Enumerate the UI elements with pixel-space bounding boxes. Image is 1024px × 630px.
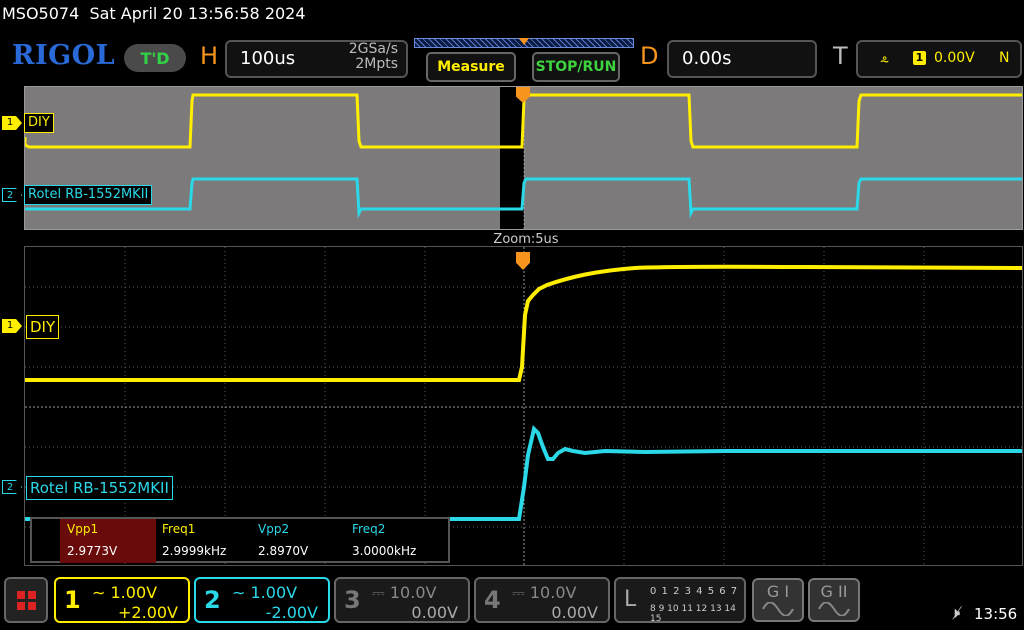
menu-square-icon xyxy=(27,590,36,599)
freq1-value: 2.9999kHz xyxy=(162,544,227,558)
ch4-scale-value: 10.0V xyxy=(529,583,577,602)
dc-coupling-icon: ⎓ xyxy=(512,583,525,602)
generator-2-button[interactable]: G II xyxy=(808,578,860,622)
vpp1-label: Vpp1 xyxy=(67,522,99,536)
ch3-scale-value: 10.0V xyxy=(389,583,437,602)
ch2-zoom-trace xyxy=(25,425,1022,521)
logic-channels-high: 8 9 10 11 12 13 14 15 xyxy=(650,604,736,624)
dc-coupling-icon: ⎓ xyxy=(372,583,385,602)
ch2-scale-value: 1.00V xyxy=(250,583,298,602)
ch3-offset: 0.00V xyxy=(411,603,458,622)
delay-letter[interactable]: D xyxy=(640,42,658,70)
status-line: MSO5074 Sat April 20 13:56:58 2024 xyxy=(2,4,306,23)
system-clock: 13:56 xyxy=(974,605,1018,623)
timebase-value: 100us xyxy=(240,48,296,69)
memory-depth: 2Mpts xyxy=(355,56,398,72)
acquisition-info: 2GSa/s 2Mpts xyxy=(330,42,398,72)
ch1-overview-label[interactable]: DIY xyxy=(24,113,54,133)
generator-1-button[interactable]: G I xyxy=(752,578,804,622)
ch3-scale: ⎓ 10.0V xyxy=(372,583,436,603)
ch2-overview-label[interactable]: Rotel RB-1552MKII xyxy=(24,185,153,205)
ch1-offset-marker[interactable]: 1 xyxy=(2,116,22,130)
logic-channels-low: 0 1 2 3 4 5 6 7 xyxy=(650,586,739,597)
ac-coupling-icon: ∼ xyxy=(92,583,106,602)
ch2-settings-button[interactable]: 2 ∼ 1.00V -2.00V xyxy=(194,577,330,623)
trigger-level: 0.00V xyxy=(934,50,975,66)
ch1-number: 1 xyxy=(64,586,81,614)
ch1-offset: +2.00V xyxy=(118,603,178,622)
menu-square-icon xyxy=(16,601,25,610)
logic-analyzer-button[interactable]: L 0 1 2 3 4 5 6 7 8 9 10 11 12 13 14 15 xyxy=(614,577,746,624)
ch3-number: 3 xyxy=(344,586,361,614)
trigger-position-marker-icon xyxy=(519,38,529,45)
freq2-value: 3.0000kHz xyxy=(352,544,417,558)
td-button[interactable]: T'D xyxy=(124,44,186,72)
ch1-zoom-offset-marker[interactable]: 1 xyxy=(2,319,22,333)
logic-letter: L xyxy=(624,587,637,612)
ch3-settings-button[interactable]: 3 ⎓ 10.0V 0.00V xyxy=(334,577,470,623)
ch1-settings-button[interactable]: 1 ∼ 1.00V +2.00V xyxy=(54,577,190,623)
speaker-muted-icon[interactable]: 🕨̸ xyxy=(950,603,960,623)
delay-value: 0.00s xyxy=(682,48,732,69)
ch4-number: 4 xyxy=(484,586,501,614)
vpp1-value: 2.9773V xyxy=(67,544,118,558)
stop-run-button[interactable]: STOP/RUN xyxy=(532,52,620,82)
brand-logo: RIGOL xyxy=(12,40,116,71)
vpp2-label: Vpp2 xyxy=(258,522,290,536)
menu-square-icon xyxy=(16,590,25,599)
generator-2-label: G II xyxy=(820,582,848,601)
ch4-settings-button[interactable]: 4 ⎓ 10.0V 0.00V xyxy=(474,577,610,623)
ch4-scale: ⎓ 10.0V xyxy=(512,583,576,603)
trigger-source: 1 xyxy=(913,51,926,65)
ch2-zoom-label[interactable]: Rotel RB-1552MKII xyxy=(26,476,173,500)
ch1-scale-value: 1.00V xyxy=(110,583,158,602)
ch2-scale: ∼ 1.00V xyxy=(232,583,297,602)
sample-rate: 2GSa/s xyxy=(348,41,398,57)
menu-square-icon xyxy=(27,601,36,610)
freq2-label: Freq2 xyxy=(352,522,386,536)
overview-waveform-svg xyxy=(25,87,1022,229)
ch2-offset: -2.00V xyxy=(265,603,318,622)
ch1-scale: ∼ 1.00V xyxy=(92,583,157,602)
freq1-label: Freq1 xyxy=(162,522,196,536)
rising-edge-icon: ⸛ xyxy=(880,52,890,71)
sine-wave-icon xyxy=(762,602,794,616)
trigger-mode: N xyxy=(999,50,1010,66)
measurement-table[interactable]: Vpp1 2.9773V Freq1 2.9999kHz Vpp2 2.8970… xyxy=(30,517,450,563)
ac-coupling-icon: ∼ xyxy=(232,583,246,602)
ch4-offset: 0.00V xyxy=(551,603,598,622)
overview-waveform-area[interactable] xyxy=(24,86,1023,230)
model-name: MSO5074 xyxy=(2,4,80,23)
ch2-zoom-offset-marker[interactable]: 2 xyxy=(2,480,22,494)
zoom-timebase-label: Zoom:5us xyxy=(493,232,559,247)
generator-1-label: G I xyxy=(766,582,790,601)
measure-button[interactable]: Measure xyxy=(426,52,516,82)
ch2-number: 2 xyxy=(204,586,221,614)
horizontal-letter[interactable]: H xyxy=(200,42,218,70)
ch2-offset-marker[interactable]: 2 xyxy=(2,188,22,202)
sine-wave-icon xyxy=(818,602,850,616)
trigger-letter[interactable]: T xyxy=(833,42,848,70)
date-time: Sat April 20 13:56:58 2024 xyxy=(89,4,306,23)
vpp2-value: 2.8970V xyxy=(258,544,309,558)
main-menu-button[interactable] xyxy=(4,577,48,623)
ch1-zoom-label[interactable]: DIY xyxy=(26,315,60,339)
